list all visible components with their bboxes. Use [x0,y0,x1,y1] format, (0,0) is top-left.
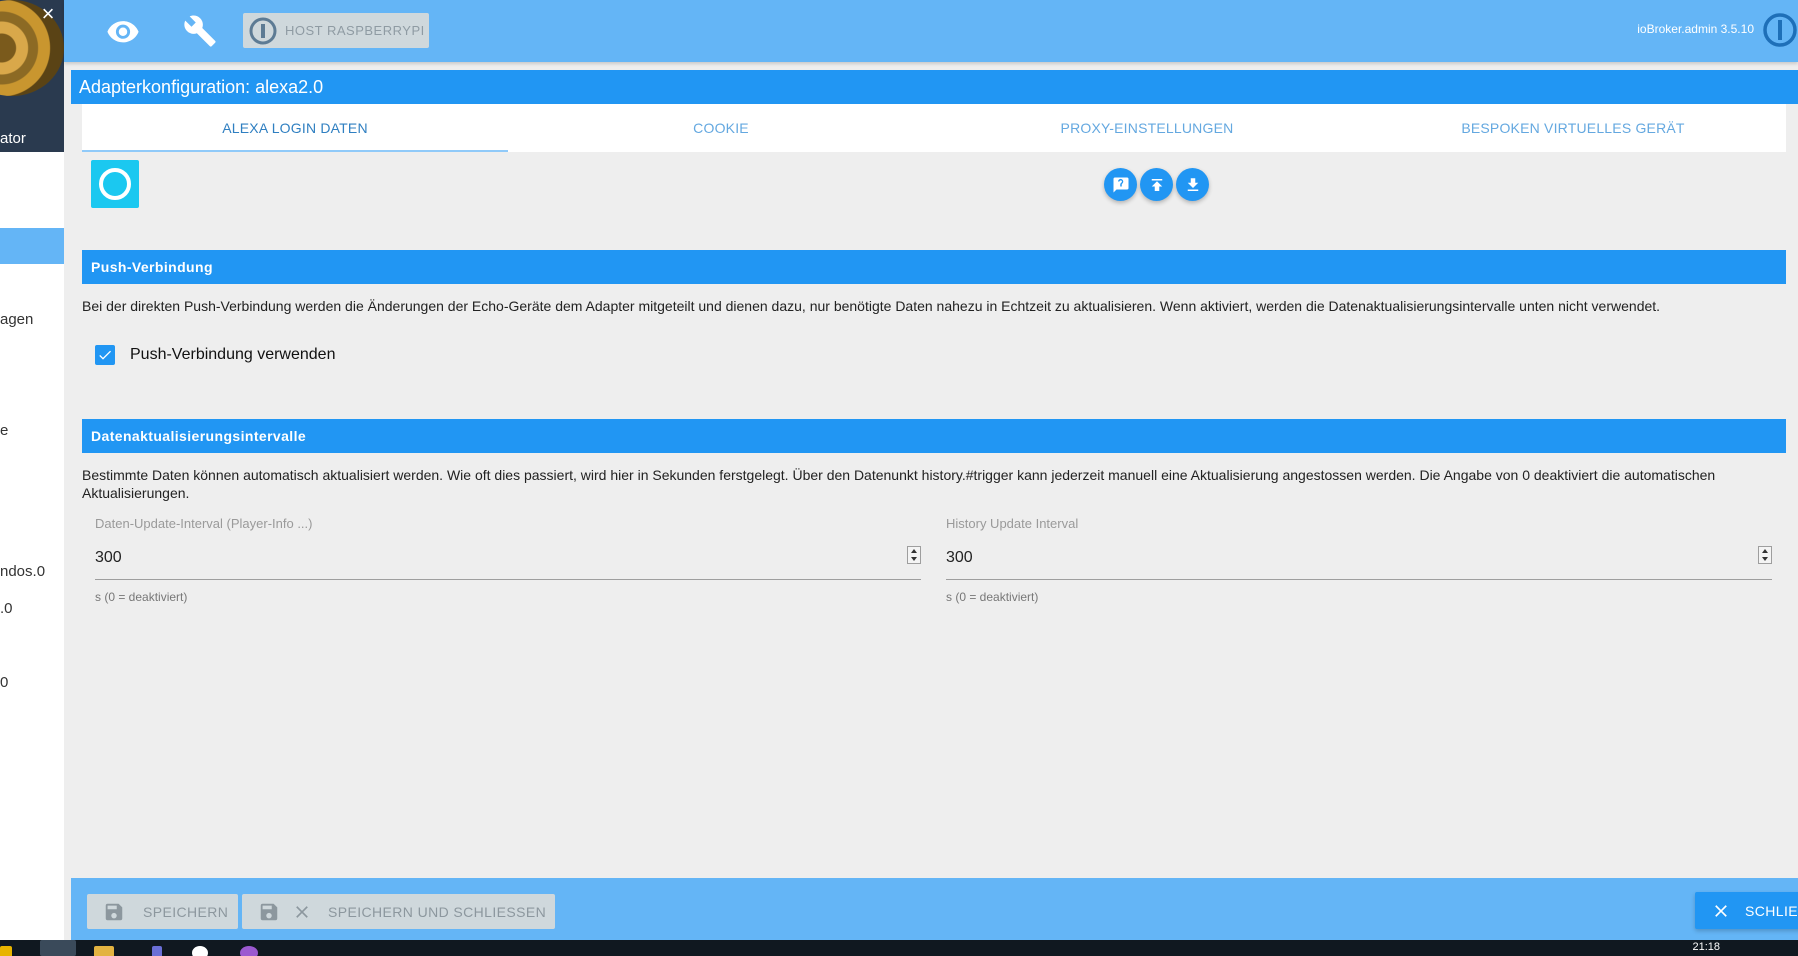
folder-icon[interactable] [0,946,12,956]
field-input-wrapper [95,546,921,580]
number-spinner[interactable] [907,546,921,564]
bottom-bar: SPEICHERN SPEICHERN UND SCHLIESSEN SCHLI… [71,878,1798,940]
number-spinner[interactable] [1758,546,1772,564]
help-button[interactable] [1104,168,1137,201]
save-button[interactable]: SPEICHERN [87,894,238,929]
sidebar-user-label: ator [0,130,26,147]
push-connection-label[interactable]: Push-Verbindung verwenden [130,346,335,364]
app-icon[interactable] [192,946,208,956]
tab-bespoken-device[interactable]: BESPOKEN VIRTUELLES GERÄT [1360,104,1786,152]
save-label: SPEICHERN [143,903,229,920]
sidebar-item[interactable]: agen [0,311,33,328]
iobroker-logo-icon [249,17,277,44]
app-icon[interactable] [152,946,162,956]
save-and-close-button[interactable]: SPEICHERN UND SCHLIESSEN [242,894,555,929]
help-icon [1113,177,1128,192]
field-help-text: s (0 = deaktiviert) [95,590,188,604]
app-icon[interactable] [240,946,258,956]
sidebar-active-highlight[interactable] [0,228,64,264]
taskbar-clock: 21:18 [1692,941,1720,953]
tab-cookie[interactable]: COOKIE [508,104,934,152]
save-and-close-label: SPEICHERN UND SCHLIESSEN [328,903,547,920]
upload-button[interactable] [1140,168,1173,201]
host-selector-button[interactable]: HOST RASPBERRYPI [243,13,429,48]
sidebar-item[interactable]: 0 [0,674,8,691]
explorer-icon[interactable] [94,946,114,956]
history-update-interval-input[interactable] [946,546,1726,570]
section-heading-intervals: Datenaktualisierungsintervalle [82,419,1786,453]
field-label: History Update Interval [946,516,1079,531]
host-label: HOST RASPBERRYPI [285,23,425,38]
sidebar-header: × ator [0,0,64,152]
field-help-text: s (0 = deaktiviert) [946,590,1039,604]
close-button[interactable]: SCHLIESSEN [1695,892,1798,929]
data-update-interval-field: Daten-Update-Interval (Player-Info ...) … [95,516,921,604]
section-heading-push: Push-Verbindung [82,250,1786,284]
download-button[interactable] [1176,168,1209,201]
version-label: ioBroker.admin 3.5.10 [1637,22,1754,36]
iobroker-logo-icon [1762,12,1798,48]
eye-icon[interactable] [106,14,140,48]
close-label: SCHLIESSEN [1745,902,1798,919]
field-input-wrapper [946,546,1772,580]
alexa-logo [91,160,139,208]
field-label: Daten-Update-Interval (Player-Info ...) [95,516,313,531]
browser-icon[interactable] [40,940,76,956]
sidebar-item[interactable]: .0 [0,600,13,617]
history-update-interval-field: History Update Interval s (0 = deaktivie… [946,516,1772,604]
checkmark-icon [99,350,111,360]
sidebar: × ator agen e ndos.0 .0 0 [0,0,64,940]
tab-bar: ALEXA LOGIN DATEN COOKIE PROXY-EINSTELLU… [82,104,1786,152]
page-title: Adapterkonfiguration: alexa2.0 [71,70,1798,104]
push-connection-checkbox[interactable] [95,345,115,365]
push-description: Bei der direkten Push-Verbindung werden … [82,298,1661,314]
alexa-ring-icon [99,168,131,200]
top-bar: HOST RASPBERRYPI ioBroker.admin 3.5.10 [64,0,1798,62]
close-icon [296,905,308,918]
download-icon [1187,177,1198,191]
save-icon [260,903,278,920]
close-icon [1715,904,1727,917]
upload-icon [1151,178,1162,191]
save-icon [105,903,123,920]
data-update-interval-input[interactable] [95,546,875,570]
close-icon[interactable]: × [38,3,58,25]
sidebar-item[interactable]: e [0,422,8,439]
sidebar-item[interactable]: ndos.0 [0,563,45,580]
tab-proxy-settings[interactable]: PROXY-EINSTELLUNGEN [934,104,1360,152]
wrench-icon[interactable] [183,14,217,48]
intervals-description: Bestimmte Daten können automatisch aktua… [82,467,1716,501]
tab-alexa-login[interactable]: ALEXA LOGIN DATEN [82,104,508,152]
os-taskbar: 21:18 [0,940,1798,956]
